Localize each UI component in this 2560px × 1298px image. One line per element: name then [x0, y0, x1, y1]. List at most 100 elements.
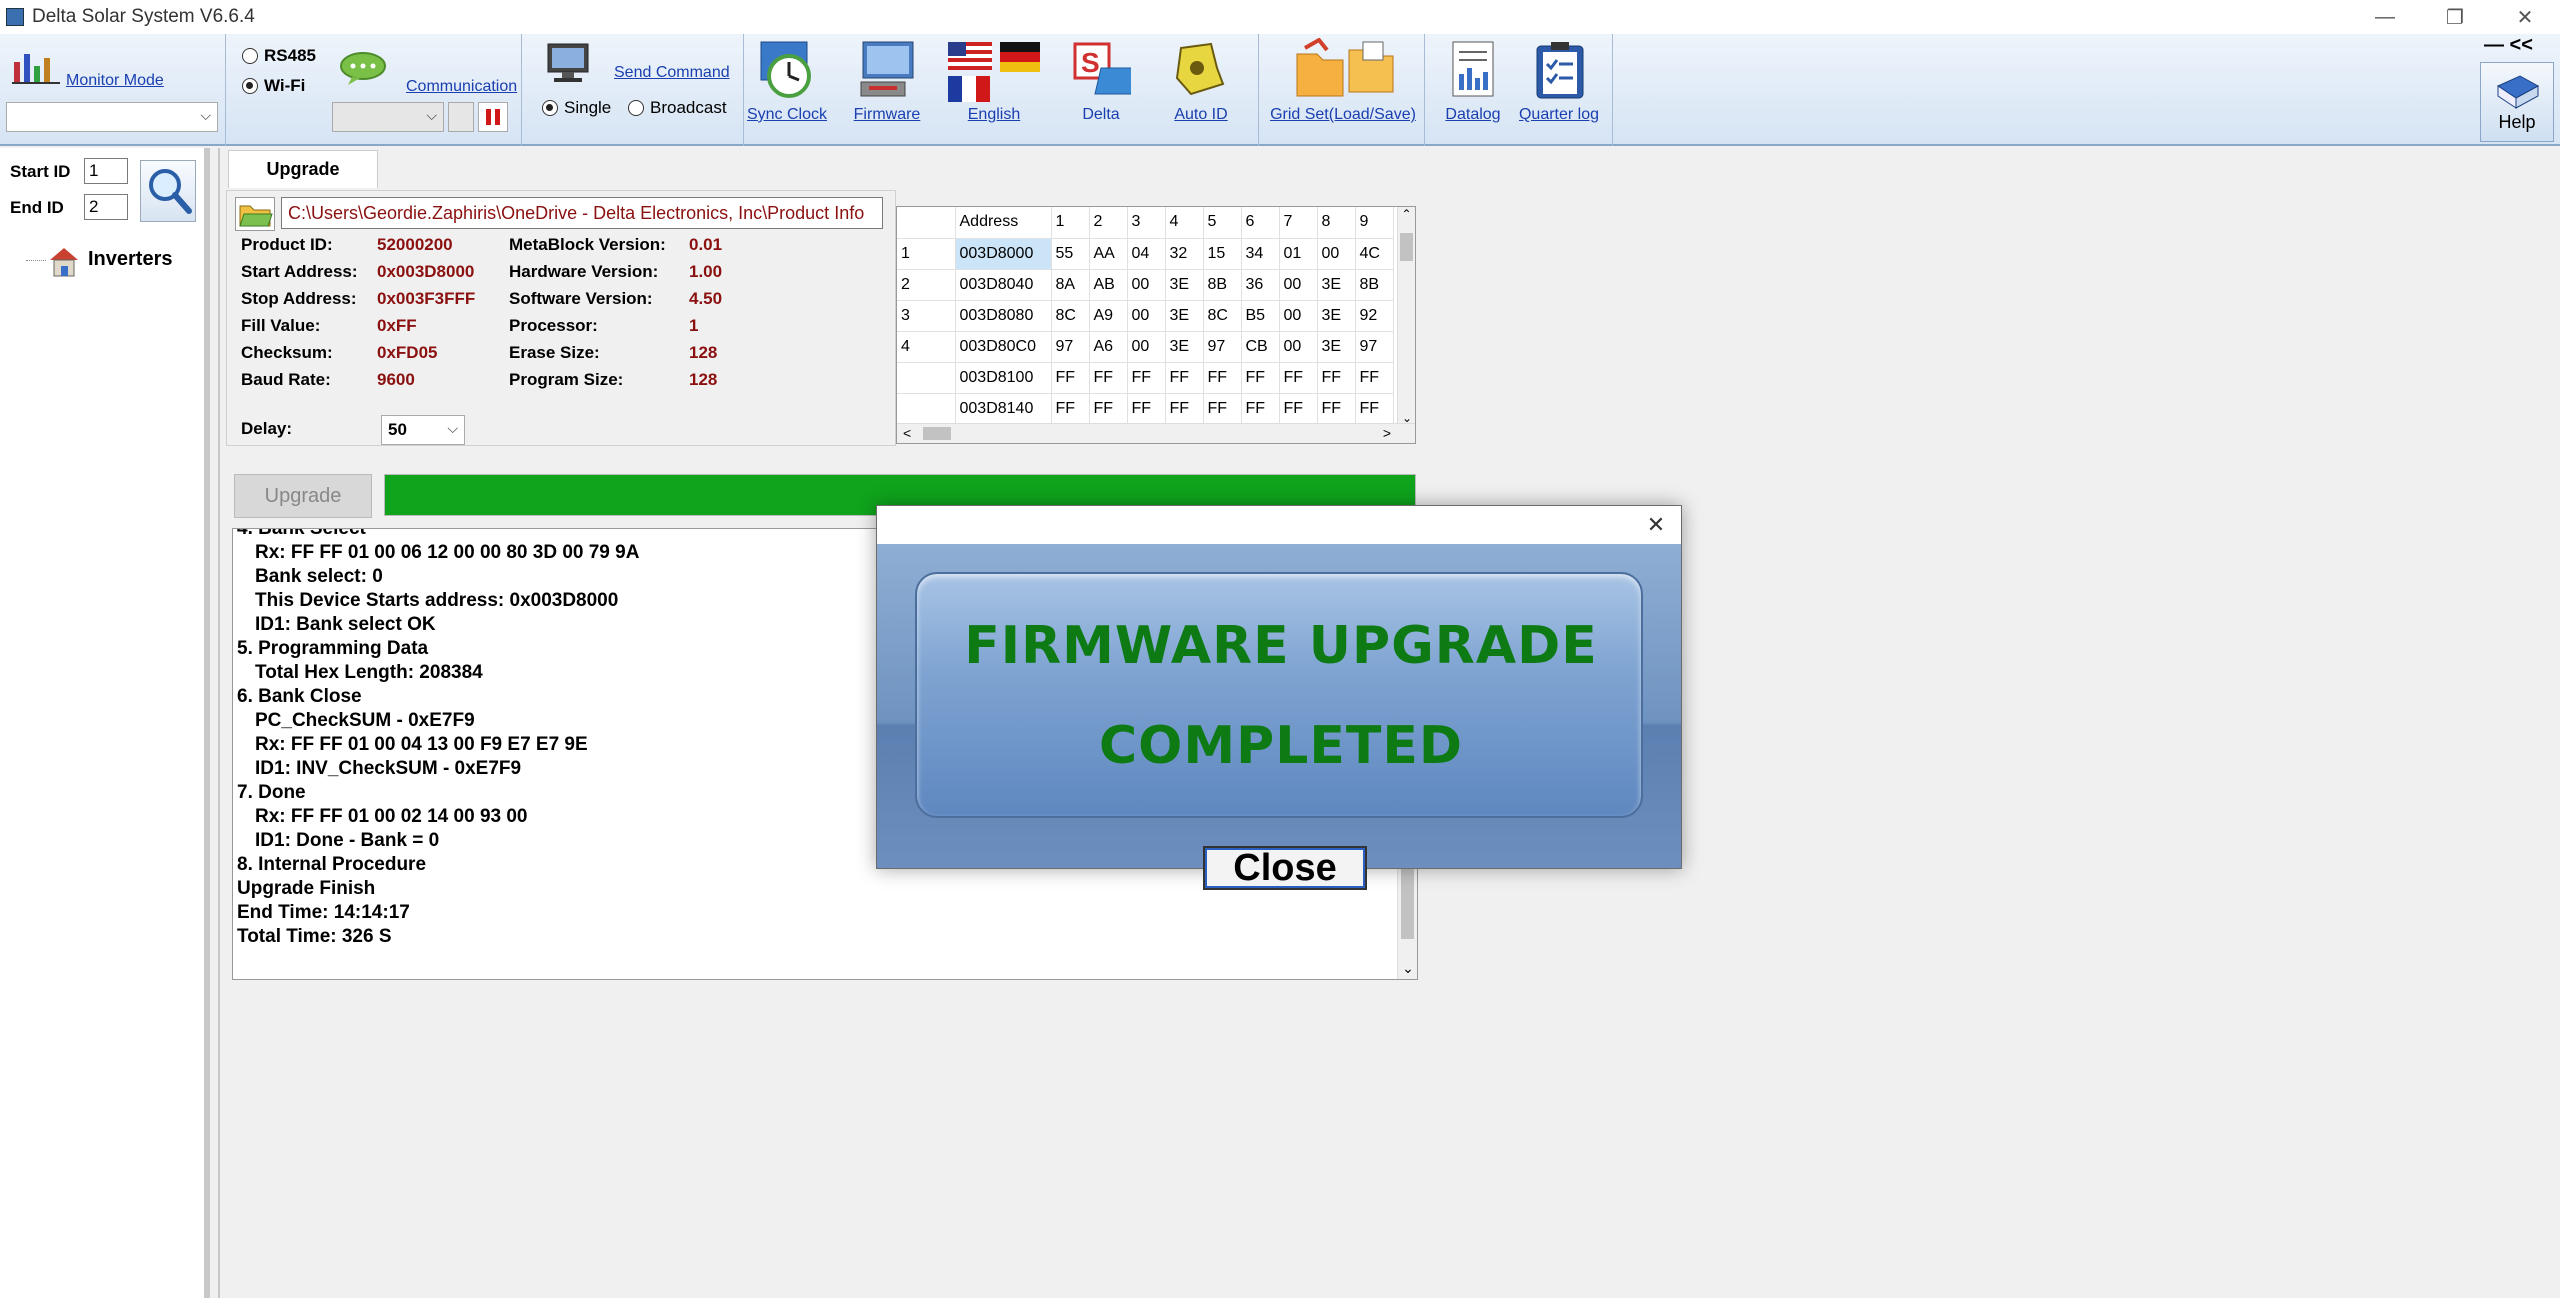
hex-cell: 8C	[1051, 300, 1090, 332]
command-section: Send Command Single Broadcast	[522, 34, 744, 146]
hex-cell: FF	[1165, 362, 1204, 394]
quarter-log-button[interactable]: Quarter log	[1514, 38, 1604, 124]
hex-cell: 36	[1241, 269, 1280, 301]
wifi-radio[interactable]: Wi-Fi	[242, 76, 305, 96]
log-line: Bank select: 0	[255, 566, 383, 587]
hex-header-cell: 2	[1089, 207, 1128, 239]
field-value: 1	[689, 316, 699, 335]
hex-row[interactable]: 4 003D80C0 97 A6 00 3E 97 CB 00 3E 97	[897, 331, 1394, 363]
firmware-path-field[interactable]: C:\Users\Geordie.Zaphiris\OneDrive - Del…	[281, 197, 883, 229]
dialog-message-line1: FIRMWARE UPGRADE	[964, 616, 1598, 676]
hex-row[interactable]: 003D8100 FF FF FF FF FF FF FF FF FF	[897, 362, 1394, 394]
field-label: Fill Value:	[241, 316, 321, 335]
bar-chart-icon	[12, 48, 62, 84]
field-value: 1.00	[689, 262, 723, 281]
window-title: Delta Solar System V6.6.4	[32, 6, 255, 27]
log-line: 8. Internal Procedure	[237, 854, 427, 875]
tab-upgrade[interactable]: Upgrade	[228, 150, 378, 188]
hex-cell: A6	[1089, 331, 1128, 363]
hex-cell: 3E	[1165, 269, 1204, 301]
toolbar: Monitor Mode ⌵ RS485 Wi-Fi Communication…	[0, 34, 2560, 146]
communication-link[interactable]: Communication	[406, 78, 517, 96]
dialog-body: FIRMWARE UPGRADE COMPLETED Close	[877, 544, 1681, 890]
close-window-button[interactable]: ✕	[2490, 0, 2560, 34]
hex-cell: 8C	[1203, 300, 1242, 332]
hex-vertical-scrollbar[interactable]: ⌃ ⌄	[1397, 207, 1415, 425]
firmware-info-panel: C:\Users\Geordie.Zaphiris\OneDrive - Del…	[226, 190, 896, 446]
clock-icon	[760, 41, 811, 98]
hex-row[interactable]: 1 003D8000 55 AA 04 32 15 34 01 00 4C	[897, 238, 1394, 270]
log-line: 7. Done	[237, 782, 306, 803]
chevron-down-icon: ⌵	[447, 420, 458, 436]
send-command-link[interactable]: Send Command	[614, 64, 730, 82]
pause-button[interactable]	[478, 102, 508, 132]
restore-button[interactable]: ❐	[2420, 0, 2490, 34]
field-label: Product ID:	[241, 235, 333, 254]
field-label: Stop Address:	[241, 289, 357, 308]
hex-row[interactable]: 2 003D8040 8A AB 00 3E 8B 36 00 3E 8B	[897, 269, 1394, 301]
delta-logo-icon: S	[1073, 42, 1131, 95]
log-line: This Device Starts address: 0x003D8000	[255, 590, 619, 611]
search-button[interactable]	[140, 160, 196, 222]
single-radio[interactable]: Single	[542, 98, 611, 118]
hex-header-cell: 4	[1165, 207, 1204, 239]
datalog-button[interactable]: Datalog	[1436, 38, 1510, 124]
hex-cell: 97	[1355, 331, 1394, 363]
field-value: 9600	[377, 370, 415, 389]
upgrade-button[interactable]: Upgrade	[234, 474, 372, 518]
broadcast-radio[interactable]: Broadcast	[628, 98, 727, 118]
hex-row[interactable]: 003D8140 FF FF FF FF FF FF FF FF FF	[897, 393, 1394, 425]
clipboard-icon	[1536, 42, 1584, 99]
hex-cell: 4C	[1355, 238, 1394, 270]
end-id-input[interactable]: 2	[84, 194, 128, 220]
collapse-toolbar-button[interactable]: — <<	[2484, 34, 2533, 57]
chat-bubble-icon	[338, 50, 388, 86]
hex-cell: FF	[1355, 393, 1394, 425]
end-id-label: End ID	[10, 198, 64, 217]
monitor-section: Monitor Mode ⌵	[0, 34, 226, 146]
port-extra[interactable]	[448, 102, 474, 132]
left-panel: Start ID 1 End ID 2 Inverters	[0, 148, 210, 1298]
log-line: 4. Bank Select	[237, 528, 366, 539]
language-button[interactable]: English	[946, 38, 1042, 124]
log-line: 5. Programming Data	[237, 638, 429, 659]
tree-item-inverters[interactable]: Inverters	[88, 248, 173, 271]
open-folder-button[interactable]	[235, 197, 275, 231]
field-value: 128	[689, 343, 718, 362]
hex-cell: 32	[1165, 238, 1204, 270]
hex-header-cell: 1	[1051, 207, 1090, 239]
delay-select[interactable]: 50 ⌵	[381, 415, 465, 445]
hex-cell: AA	[1089, 238, 1128, 270]
flags-icon	[948, 42, 1040, 102]
firmware-button[interactable]: Firmware	[846, 38, 928, 124]
tree-connector	[26, 260, 46, 261]
hex-cell: A9	[1089, 300, 1128, 332]
field-value: 52000200	[377, 235, 453, 254]
hex-table[interactable]: Address 1 2 3 4 5 6 7 8 9 1 003D8000 55 AA 04 32 15 34 01 0…	[896, 206, 1416, 444]
hex-header-cell: 3	[1127, 207, 1166, 239]
hex-cell: FF	[1127, 362, 1166, 394]
hex-cell: 003D8080	[955, 300, 1052, 332]
close-button[interactable]: Close	[1203, 846, 1367, 890]
hex-horizontal-scrollbar[interactable]: < >	[897, 423, 1415, 443]
hex-cell: 003D8040	[955, 269, 1052, 301]
monitor-mode-link[interactable]: Monitor Mode	[66, 72, 164, 90]
hex-cell: 003D8000	[955, 238, 1052, 270]
start-id-input[interactable]: 1	[84, 158, 128, 184]
port-combo[interactable]: ⌵	[332, 102, 444, 132]
hex-cell: 003D8100	[955, 362, 1052, 394]
delta-button[interactable]: S Delta	[1060, 38, 1142, 124]
hex-cell: FF	[1165, 393, 1204, 425]
pause-icon	[486, 109, 500, 125]
auto-id-button[interactable]: Auto ID	[1164, 38, 1238, 124]
rs485-radio[interactable]: RS485	[242, 46, 316, 66]
sync-clock-button[interactable]: Sync Clock	[747, 38, 827, 124]
monitor-combo[interactable]: ⌵	[6, 102, 218, 132]
hex-cell: 00	[1279, 269, 1318, 301]
help-button[interactable]: Help	[2480, 62, 2554, 142]
hex-row[interactable]: 3 003D8080 8C A9 00 3E 8C B5 00 3E 92	[897, 300, 1394, 332]
grid-set-button[interactable]: Grid Set(Load/Save)	[1266, 38, 1420, 124]
dialog-close-icon[interactable]: ✕	[1639, 510, 1673, 540]
minimize-button[interactable]: —	[2350, 0, 2420, 34]
hex-cell: FF	[1051, 362, 1090, 394]
